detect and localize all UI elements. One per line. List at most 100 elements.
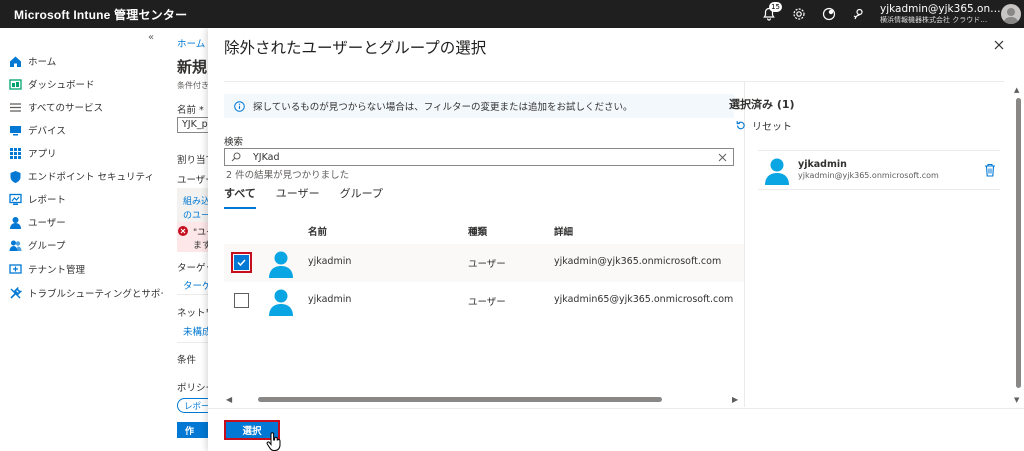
page-title: 新規 (177, 58, 208, 76)
sidebar-item-label: トラブルシューティングとサポート (28, 289, 180, 300)
group-icon (9, 239, 22, 252)
sidebar-item-user[interactable]: ユーザー (9, 213, 66, 231)
users-note-line1: 組み込 (183, 197, 211, 207)
name-label: 名前 * (177, 105, 204, 116)
top-bar-icons: 15 (760, 2, 868, 23)
report-icon (9, 193, 22, 206)
reset-button[interactable]: リセット (735, 118, 792, 133)
result-count: 2 件の結果が見つかりました (226, 170, 350, 181)
sidebar-item-label: デバイス (28, 126, 66, 137)
info-text: 探しているものが見つからない場合は、フィルターの変更または追加をお試しください。 (253, 102, 633, 113)
account-tenant: 横浜情報機器株式会社 クラウド… (880, 16, 988, 24)
conditions-label: 条件 (177, 355, 197, 366)
sidebar-item-group[interactable]: グループ (9, 236, 65, 254)
row-name: yjkadmin (308, 256, 352, 267)
scrollbar-thumb[interactable] (258, 397, 662, 402)
sidebar-item-label: レポート (28, 195, 67, 206)
sidebar-item-label: テナント管理 (28, 265, 86, 276)
filter-tabs: すべて ユーザー グループ (224, 185, 383, 209)
scroll-down-icon[interactable]: ▼ (1014, 396, 1019, 404)
sidebar-item-label: ホーム (28, 57, 57, 68)
user-avatar-icon (765, 158, 789, 185)
wrench-icon (9, 286, 23, 300)
clear-search-icon[interactable] (718, 153, 727, 162)
sidebar-item-dashboard[interactable]: ダッシュボード (9, 75, 95, 93)
tab-users[interactable]: ユーザー (276, 185, 320, 209)
app-title: Microsoft Intune 管理センター (14, 7, 188, 22)
horizontal-scrollbar[interactable]: ◀ ▶ (224, 394, 744, 404)
page-subtitle: 条件付き (177, 81, 209, 90)
tab-groups[interactable]: グループ (340, 185, 383, 209)
avatar[interactable] (1001, 4, 1021, 24)
row-checkbox[interactable] (234, 293, 249, 308)
divider (208, 408, 1024, 409)
account-info[interactable]: yjkadmin@yjk365.on… 横浜情報機器株式会社 クラウド… (880, 3, 1001, 25)
sidebar-item-tenant[interactable]: テナント管理 (9, 260, 85, 278)
dialog-title: 除外されたユーザーとグループの選択 (224, 39, 487, 57)
sidebar-item-device[interactable]: デバイス (9, 121, 66, 139)
users-note-line2: のユー (183, 211, 211, 221)
feedback-icon[interactable] (850, 5, 868, 23)
scroll-up-icon[interactable]: ▲ (1014, 86, 1019, 94)
row-name: yjkadmin (308, 294, 352, 305)
sidebar-item-shield[interactable]: エンドポイント セキュリティ (9, 167, 154, 185)
row-type: ユーザー (468, 259, 506, 270)
user-avatar-icon (269, 251, 293, 278)
collapse-nav-icon[interactable]: « (148, 32, 154, 43)
search-input[interactable]: YJKad (224, 148, 734, 166)
scroll-left-icon[interactable]: ◀ (226, 395, 232, 404)
row-checkbox[interactable] (231, 252, 252, 273)
scrollbar-thumb[interactable] (1016, 98, 1021, 388)
scroll-right-icon[interactable]: ▶ (732, 395, 738, 404)
home-icon (9, 55, 22, 68)
top-bar: Microsoft Intune 管理センター 15 yjkadmin@yjk3… (0, 0, 1024, 28)
table-row[interactable]: yjkadmin ユーザー yjkadmin@yjk365.onmicrosoft.… (224, 244, 744, 282)
notification-badge: 15 (769, 2, 782, 12)
info-icon (234, 100, 245, 112)
background-page: ホーム > 新規 条件付き 名前 * YJK_p 割り当て ユーザー 組み込 の… (163, 28, 213, 451)
selected-item-email: yjkadmin@yjk365.onmicrosoft.com (798, 171, 939, 180)
sidebar-item-label: グループ (28, 241, 66, 252)
sidebar-item-list[interactable]: すべてのサービス (9, 98, 103, 116)
selected-title: 選択済み (1) (729, 98, 795, 111)
error-icon (178, 226, 188, 236)
divider (224, 81, 1004, 82)
user-icon (9, 216, 22, 229)
row-detail: yjkadmin@yjk365.onmicrosoft.com (554, 256, 722, 267)
sidebar-item-home[interactable]: ホーム (9, 52, 56, 70)
reset-label: リセット (752, 122, 792, 133)
gear-icon[interactable] (790, 5, 808, 23)
sidebar-item-wrench[interactable]: トラブルシューティングとサポート (9, 284, 179, 302)
help-icon[interactable] (820, 5, 838, 23)
search-value: YJKad (253, 151, 280, 163)
apps-icon (9, 147, 22, 160)
sidebar-item-apps[interactable]: アプリ (9, 144, 57, 162)
column-header-detail[interactable]: 詳細 (554, 224, 573, 238)
search-label: 検索 (224, 137, 244, 148)
list-icon (9, 101, 22, 114)
close-icon[interactable] (992, 38, 1006, 52)
vertical-scrollbar[interactable]: ▲ ▼ (1013, 86, 1023, 406)
device-icon (9, 124, 22, 137)
column-header-name[interactable]: 名前 (308, 224, 327, 238)
table-row[interactable]: yjkadmin ユーザー yjkadmin65@yjk365.onmicrosof… (224, 282, 744, 320)
search-icon (231, 152, 241, 162)
sidebar-item-label: エンドポイント セキュリティ (28, 172, 154, 183)
sidebar-item-label: アプリ (28, 149, 57, 160)
reset-icon (736, 121, 745, 130)
sidebar-item-report[interactable]: レポート (9, 190, 66, 208)
select-excluded-dialog: 除外されたユーザーとグループの選択 探しているものが見つからない場合は、フィルタ… (208, 28, 1024, 451)
selected-item: yjkadmin yjkadmin@yjk365.onmicrosoft.com (758, 150, 1000, 190)
tab-all[interactable]: すべて (224, 185, 256, 209)
row-detail: yjkadmin65@yjk365.onmicrosoft.com (554, 294, 734, 305)
checkmark-icon (237, 259, 246, 267)
column-header-type[interactable]: 種類 (468, 224, 487, 238)
left-nav: « ホームダッシュボードすべてのサービスデバイスアプリエンドポイント セキュリテ… (0, 28, 179, 451)
sidebar-item-label: ユーザー (28, 218, 66, 229)
tenant-icon (9, 263, 22, 276)
sidebar-item-label: ダッシュボード (28, 80, 95, 91)
hand-cursor-icon (266, 432, 281, 451)
account-user: yjkadmin@yjk365.on… (880, 3, 1001, 15)
notifications-icon[interactable]: 15 (760, 2, 782, 23)
delete-icon[interactable] (984, 163, 996, 177)
